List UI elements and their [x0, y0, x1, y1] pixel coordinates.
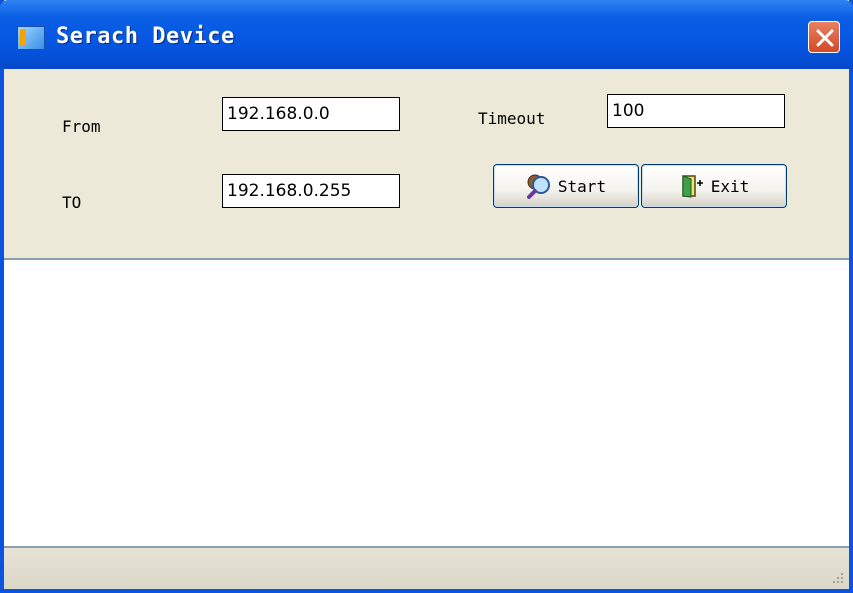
- resize-grip-icon[interactable]: [831, 571, 845, 585]
- form-panel: From TO Timeout Start Exit: [4, 69, 849, 259]
- timeout-label: Timeout: [478, 109, 546, 128]
- app-icon: [17, 26, 45, 50]
- from-label: From: [62, 117, 101, 136]
- door-exit-icon: [681, 175, 703, 198]
- start-button[interactable]: Start: [493, 164, 639, 208]
- status-bar: [4, 548, 849, 589]
- search-magnifier-icon: [526, 174, 550, 199]
- close-icon: [816, 29, 834, 47]
- exit-button[interactable]: Exit: [641, 164, 787, 208]
- close-button[interactable]: [808, 21, 840, 53]
- exit-button-label: Exit: [710, 176, 750, 196]
- start-button-label: Start: [557, 176, 607, 196]
- from-ip-field[interactable]: [222, 97, 400, 131]
- device-list[interactable]: [4, 260, 849, 548]
- window-title: Serach Device: [56, 24, 235, 49]
- to-label: TO: [62, 193, 82, 212]
- title-bar[interactable]: Serach Device: [0, 0, 853, 69]
- search-device-window: Serach Device From TO Timeout Start: [0, 0, 853, 593]
- to-ip-field[interactable]: [222, 174, 400, 208]
- timeout-field[interactable]: [607, 94, 785, 128]
